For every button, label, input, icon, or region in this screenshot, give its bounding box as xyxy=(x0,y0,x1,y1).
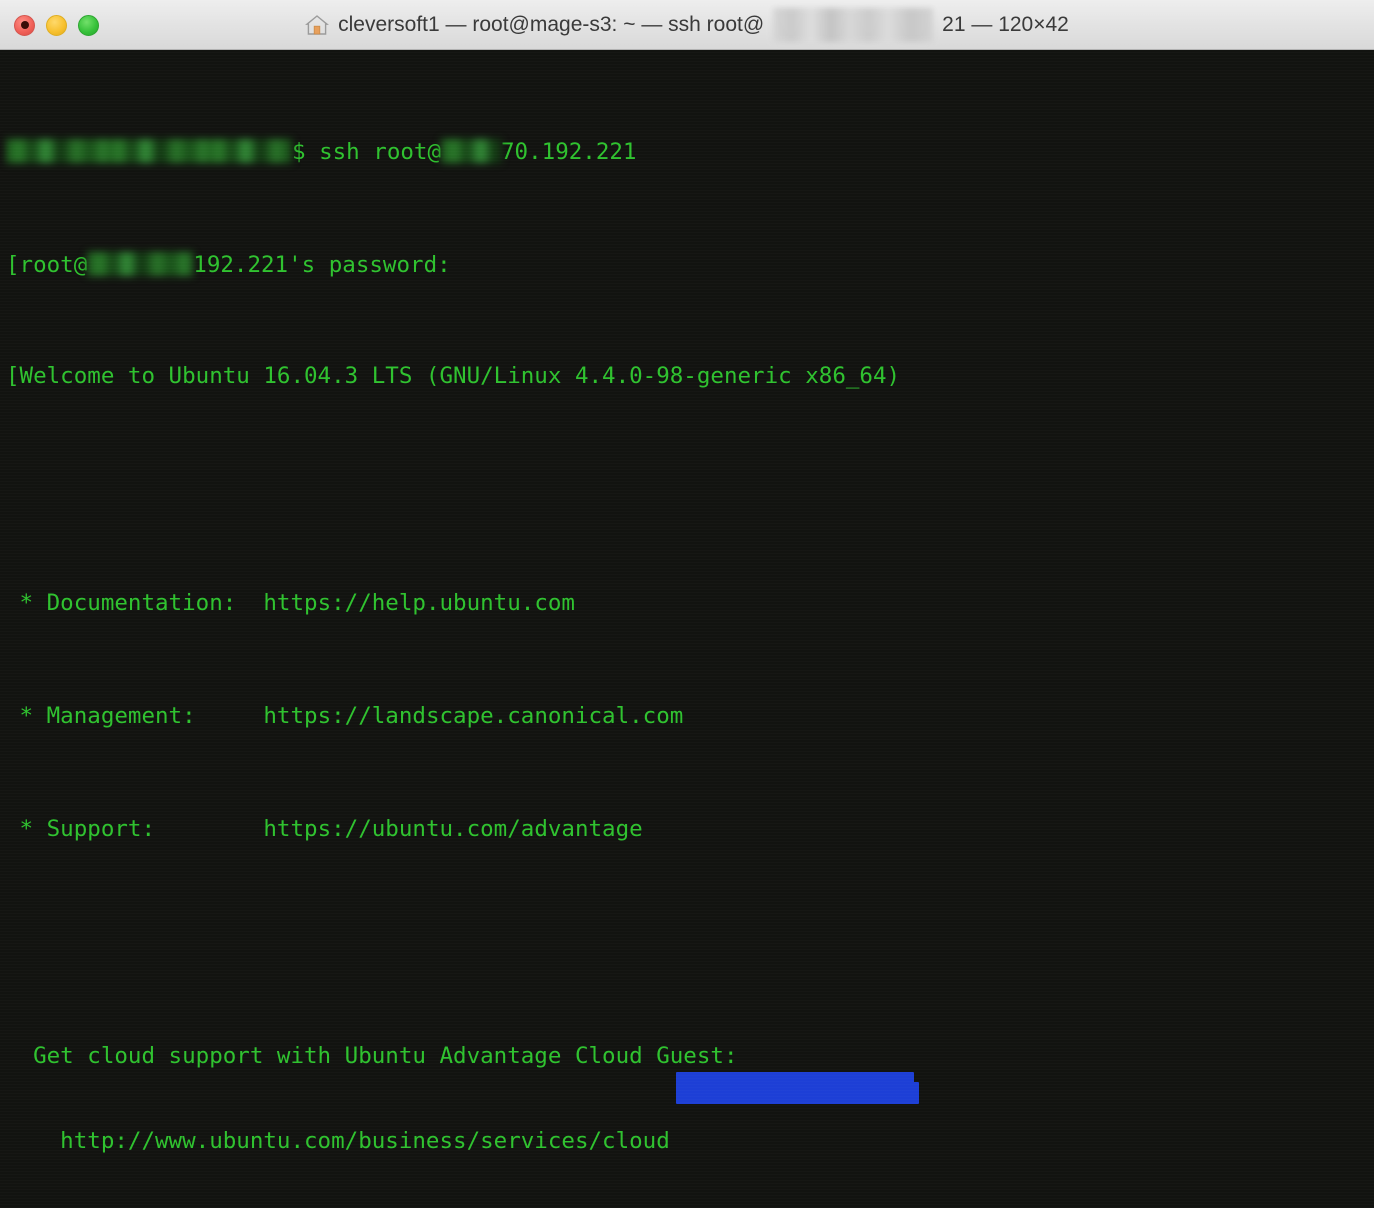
redacted-ip xyxy=(87,252,194,277)
maximize-button[interactable] xyxy=(78,14,99,36)
password-prompt-suffix: 192.221's password: xyxy=(193,252,451,279)
management-url[interactable]: https://landscape.canonical.com xyxy=(263,703,683,729)
support-label: * Support: xyxy=(6,816,264,843)
redacted-ip-part xyxy=(441,139,502,164)
window-title-suffix: 21 — 120×42 xyxy=(942,12,1069,36)
terminal-line-welcome: [Welcome to Ubuntu 16.04.3 LTS (GNU/Linu… xyxy=(6,362,901,389)
password-prompt-prefix: [root@ xyxy=(6,252,88,279)
window-title: cleversoft1 — root@mage-s3: ~ — ssh root… xyxy=(0,7,1374,42)
terminal-line-cloud-guest: Get cloud support with Ubuntu Advantage … xyxy=(6,1043,738,1070)
ssh-command: $ ssh root@ xyxy=(292,139,442,166)
window-titlebar[interactable]: cleversoft1 — root@mage-s3: ~ — ssh root… xyxy=(0,0,1374,50)
documentation-label: * Documentation: xyxy=(6,589,264,616)
terminal-window: cleversoft1 — root@mage-s3: ~ — ssh root… xyxy=(0,0,1374,1208)
window-title-prefix: cleversoft1 — root@mage-s3: ~ — ssh root… xyxy=(338,12,765,36)
home-icon xyxy=(305,13,330,37)
terminal-screen: $ ssh root@ 70.192.221 [root@ 192.221's pa… xyxy=(0,50,1374,1208)
window-controls xyxy=(14,0,99,50)
terminal-line-documentation: * Documentation: https://help.ubuntu.com xyxy=(6,589,1374,617)
terminal-line-support: * Support: https://ubuntu.com/advantage xyxy=(6,815,1374,843)
documentation-url[interactable]: https://help.ubuntu.com xyxy=(263,590,575,616)
ssh-ip: 70.192.221 xyxy=(501,139,637,166)
minimize-button[interactable] xyxy=(46,14,67,36)
redacted-hostname xyxy=(6,139,292,164)
support-url[interactable]: https://ubuntu.com/advantage xyxy=(263,816,642,842)
window-title-redaction xyxy=(773,7,934,42)
close-button[interactable] xyxy=(14,14,35,36)
terminal-line-cloud-guest-url[interactable]: http://www.ubuntu.com/business/services/… xyxy=(6,1127,1374,1155)
terminal-line-password: [root@ 192.221's password: xyxy=(6,248,1374,279)
management-label: * Management: xyxy=(6,702,264,729)
terminal-line-management: * Management: https://landscape.canonica… xyxy=(6,702,1374,730)
terminal-body[interactable]: $ ssh root@ 70.192.221 [root@ 192.221's pa… xyxy=(0,50,1374,1208)
terminal-line-prompt: $ ssh root@ 70.192.221 xyxy=(6,135,1374,166)
